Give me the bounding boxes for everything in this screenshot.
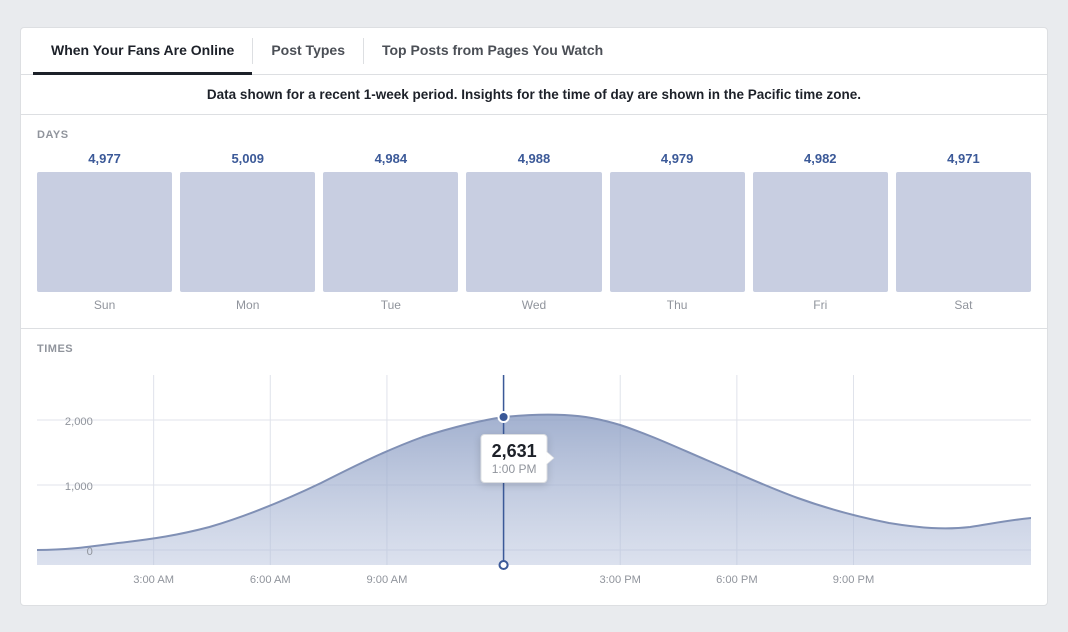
- svg-text:9:00 PM: 9:00 PM: [833, 574, 874, 586]
- day-bar: [180, 172, 315, 292]
- days-label: DAYS: [37, 129, 1031, 141]
- day-bar: [37, 172, 172, 292]
- svg-text:3:00 AM: 3:00 AM: [133, 574, 174, 586]
- tab-post-types[interactable]: Post Types: [253, 28, 363, 75]
- bottom-dot: [500, 561, 508, 569]
- top-dot: [499, 412, 509, 422]
- day-value: 4,979: [661, 151, 694, 166]
- day-value: 4,984: [375, 151, 408, 166]
- day-bar: [896, 172, 1031, 292]
- times-label: TIMES: [37, 343, 1031, 355]
- tab-fans-online[interactable]: When Your Fans Are Online: [33, 28, 252, 75]
- day-column-sun: 4,977 Sun: [37, 151, 172, 312]
- day-value: 4,977: [88, 151, 121, 166]
- times-section: TIMES: [21, 328, 1047, 605]
- area-fill: [37, 414, 1031, 564]
- chart-svg: 0 1,000 2,000 3:00 AM 6:00 AM 9:00 AM 3:…: [37, 365, 1031, 595]
- day-column-tue: 4,984 Tue: [323, 151, 458, 312]
- day-name: Sat: [954, 298, 972, 312]
- day-value: 5,009: [231, 151, 264, 166]
- day-name: Tue: [381, 298, 401, 312]
- day-bar: [753, 172, 888, 292]
- day-column-fri: 4,982 Fri: [753, 151, 888, 312]
- day-name: Wed: [522, 298, 546, 312]
- day-value: 4,988: [518, 151, 551, 166]
- main-card: When Your Fans Are Online Post Types Top…: [20, 27, 1048, 606]
- days-grid: 4,977 Sun 5,009 Mon 4,984 Tue 4,988 Wed 4,979 Thu…: [37, 151, 1031, 312]
- day-bar: [323, 172, 458, 292]
- svg-text:6:00 PM: 6:00 PM: [716, 574, 757, 586]
- tab-top-posts[interactable]: Top Posts from Pages You Watch: [364, 28, 621, 75]
- day-value: 4,982: [804, 151, 837, 166]
- svg-text:6:00 AM: 6:00 AM: [250, 574, 291, 586]
- day-name: Fri: [813, 298, 827, 312]
- day-column-thu: 4,979 Thu: [610, 151, 745, 312]
- day-column-sat: 4,971 Sat: [896, 151, 1031, 312]
- svg-text:1,000: 1,000: [65, 481, 93, 493]
- days-section: DAYS 4,977Sun5,009Mon4,984Tue4,988Wed4,9…: [21, 115, 1047, 312]
- day-bar: [610, 172, 745, 292]
- svg-text:2,000: 2,000: [65, 416, 93, 428]
- tab-bar: When Your Fans Are Online Post Types Top…: [21, 28, 1047, 75]
- day-name: Thu: [667, 298, 688, 312]
- day-column-mon: 5,009 Mon: [180, 151, 315, 312]
- day-name: Mon: [236, 298, 259, 312]
- day-name: Sun: [94, 298, 115, 312]
- day-bar: [466, 172, 601, 292]
- svg-text:3:00 PM: 3:00 PM: [599, 574, 640, 586]
- day-value: 4,971: [947, 151, 980, 166]
- svg-text:0: 0: [87, 546, 93, 558]
- times-chart: 0 1,000 2,000 3:00 AM 6:00 AM 9:00 AM 3:…: [37, 365, 1031, 595]
- svg-text:9:00 AM: 9:00 AM: [366, 574, 407, 586]
- day-column-wed: 4,988 Wed: [466, 151, 601, 312]
- info-bar: Data shown for a recent 1-week period. I…: [21, 75, 1047, 115]
